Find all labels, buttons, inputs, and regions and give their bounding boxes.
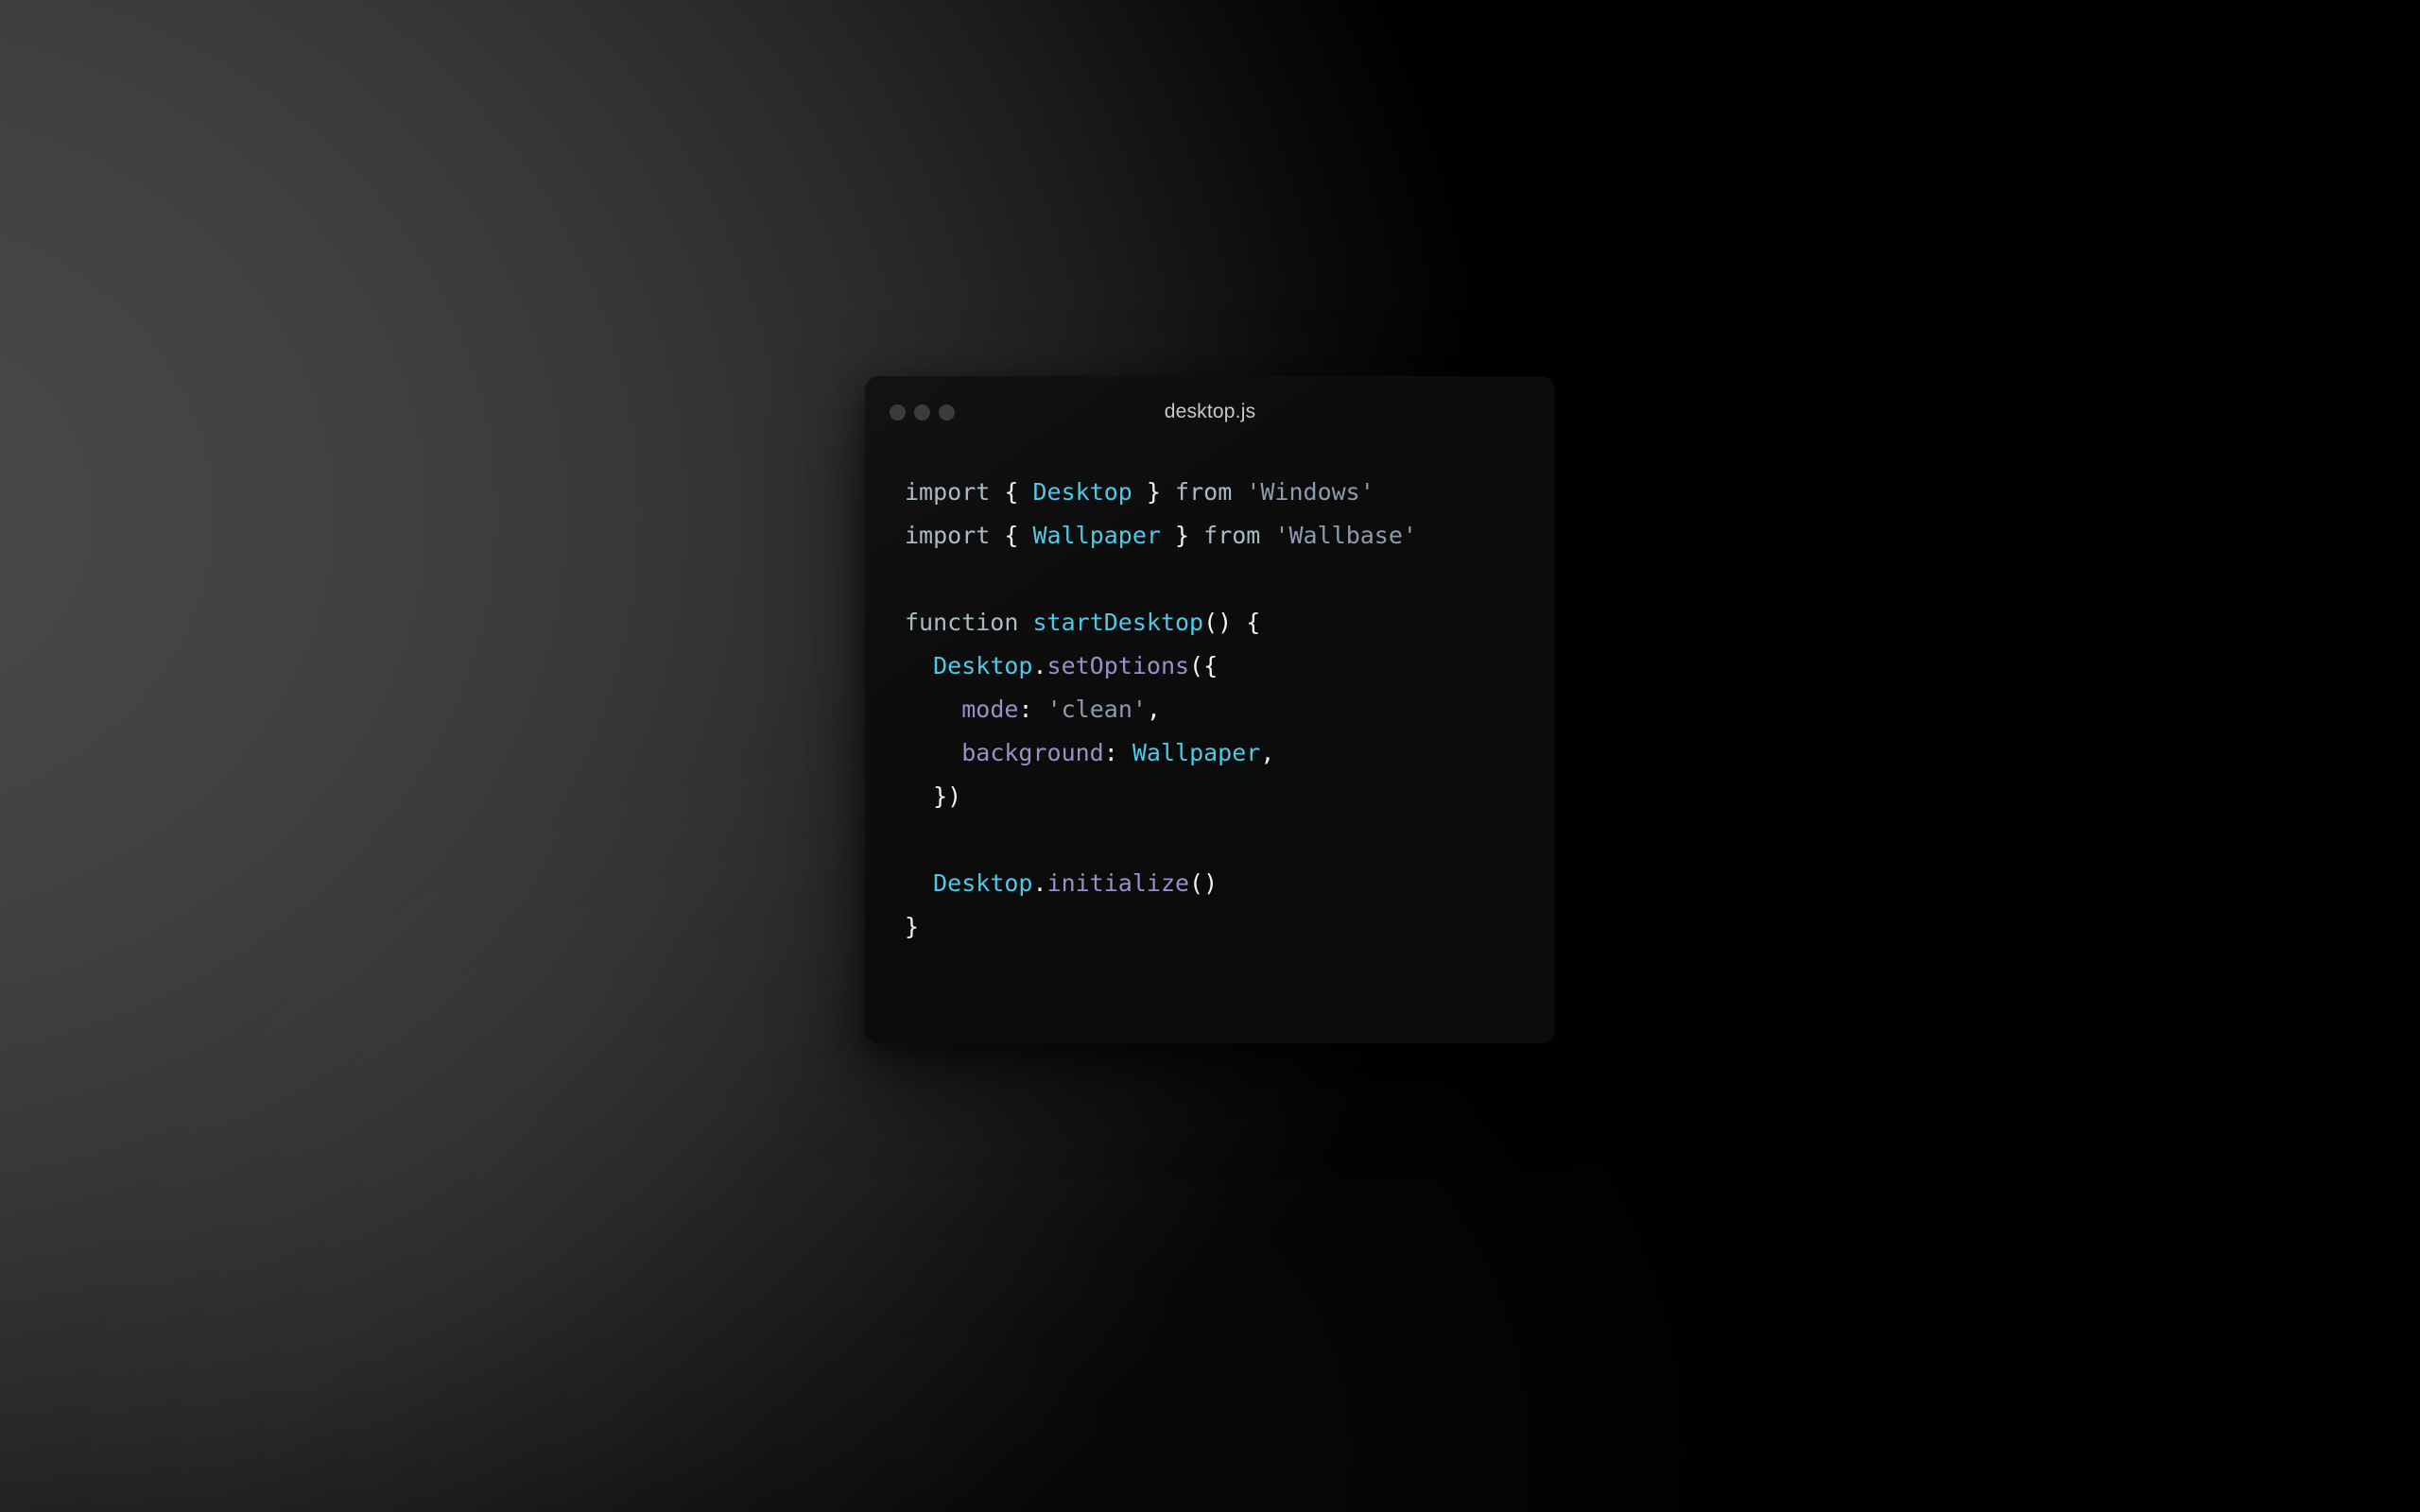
- code-line: background: Wallpaper,: [905, 731, 1555, 775]
- code-line: Desktop.initialize(): [905, 862, 1555, 905]
- code-content[interactable]: import { Desktop } from 'Windows' import …: [865, 448, 1555, 949]
- code-token-punct: {: [1246, 609, 1261, 636]
- code-token-punct: (): [1189, 869, 1219, 897]
- code-token-prop: background: [961, 739, 1104, 766]
- code-editor-window[interactable]: desktop.js import { Desktop } from 'Wind…: [865, 376, 1555, 1043]
- code-token-punct: }: [1175, 522, 1190, 549]
- code-token-punct: :: [1103, 739, 1118, 766]
- code-token-keyword: from: [1203, 522, 1261, 549]
- code-line: import { Desktop } from 'Windows': [905, 471, 1555, 514]
- code-token-keyword: import: [905, 478, 991, 506]
- code-token-class: Wallpaper: [1032, 522, 1161, 549]
- maximize-button[interactable]: [939, 404, 955, 421]
- code-token-keyword: from: [1175, 478, 1233, 506]
- code-token-method: setOptions: [1046, 652, 1190, 679]
- minimize-button[interactable]: [914, 404, 930, 421]
- code-token-class: startDesktop: [1032, 609, 1204, 636]
- code-line: }: [905, 905, 1555, 949]
- window-titlebar[interactable]: desktop.js: [865, 376, 1555, 448]
- code-token-punct: ,: [1260, 739, 1275, 766]
- code-token-punct: }: [905, 913, 920, 940]
- close-button[interactable]: [890, 404, 906, 421]
- code-token-punct: }): [933, 782, 962, 810]
- code-token-keyword: import: [905, 522, 991, 549]
- code-token-method: initialize: [1046, 869, 1190, 897]
- code-token-class: Desktop: [933, 652, 1033, 679]
- code-token-punct: ({: [1189, 652, 1219, 679]
- code-token-class: Desktop: [1032, 478, 1132, 506]
- code-token-class: Desktop: [933, 869, 1033, 897]
- code-token-class: Wallpaper: [1132, 739, 1261, 766]
- traffic-light-controls: [890, 404, 955, 421]
- code-line: mode: 'clean',: [905, 688, 1555, 731]
- code-token-punct: (): [1203, 609, 1233, 636]
- code-token-punct: {: [1004, 522, 1019, 549]
- code-line: import { Wallpaper } from 'Wallbase': [905, 514, 1555, 558]
- code-line: }): [905, 775, 1555, 818]
- code-token-punct: }: [1146, 478, 1161, 506]
- window-title: desktop.js: [1164, 401, 1256, 422]
- code-token-punct: .: [1032, 652, 1047, 679]
- code-token-string: 'Windows': [1246, 478, 1374, 506]
- desktop-wallpaper: desktop.js import { Desktop } from 'Wind…: [0, 0, 2420, 1512]
- code-token-string: 'Wallbase': [1274, 522, 1417, 549]
- code-token-prop: mode: [961, 696, 1019, 723]
- code-token-punct: :: [1018, 696, 1033, 723]
- code-token-punct: .: [1032, 869, 1047, 897]
- code-token-punct: {: [1004, 478, 1019, 506]
- code-token-keyword: function: [905, 609, 1019, 636]
- code-token-string: 'clean': [1046, 696, 1147, 723]
- code-line: function startDesktop() {: [905, 601, 1555, 644]
- code-line: Desktop.setOptions({: [905, 644, 1555, 688]
- code-token-punct: ,: [1146, 696, 1161, 723]
